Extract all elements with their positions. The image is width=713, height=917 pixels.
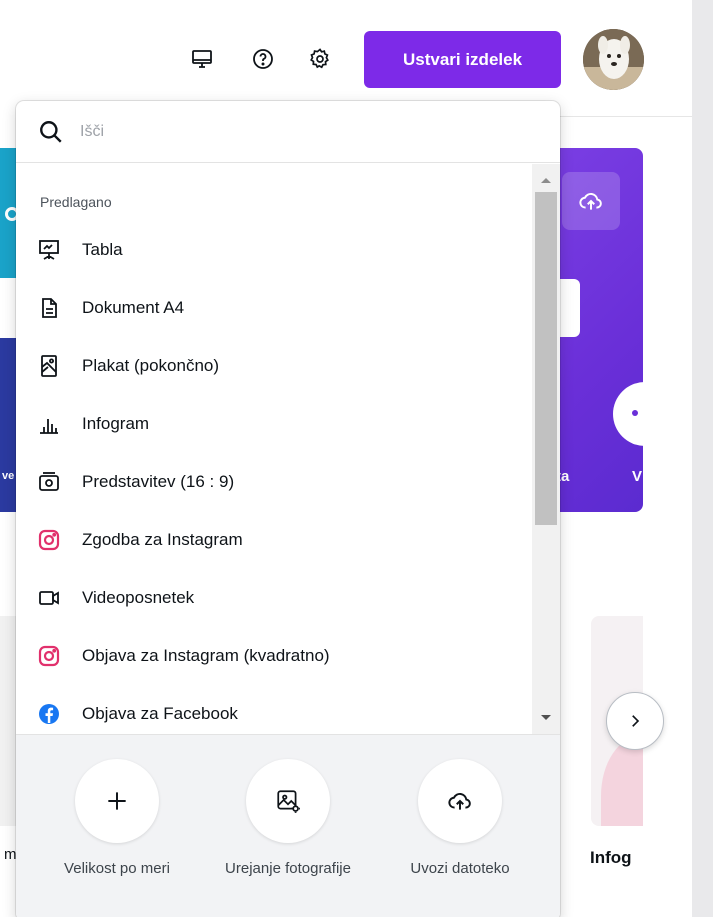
edit-photo-icon [246,759,330,843]
list-item-objava-facebook[interactable]: Objava za Facebook [16,688,530,740]
list-item-label: Infogram [82,414,150,433]
list-item-objava-instagram[interactable]: Objava za Instagram (kvadratno) [16,630,530,682]
list-item-videoposnetek[interactable]: Videoposnetek [16,572,530,624]
background-template-card[interactable] [0,616,16,826]
list-item-label: Videoposnetek [82,588,195,607]
scrollbar-thumb[interactable] [535,192,557,525]
background-card-label: Infog [590,848,632,867]
list-item-plakat[interactable]: Plakat (pokončno) [16,340,530,392]
create-design-dropdown: Predlagano Tabla Dokument A4 Plakat (pok… [16,101,560,917]
list-item-zgodba-instagram[interactable]: Zgodba za Instagram [16,514,530,566]
section-title: Predlagano [40,194,112,210]
list-item-label: Plakat (pokončno) [82,356,220,375]
instagram-icon [36,643,62,669]
upload-file-button[interactable]: Uvozi datoteko [375,759,545,881]
header-divider [560,116,692,117]
background-partial-text: V [632,468,643,485]
upload-cloud-icon[interactable] [562,172,620,230]
page-scrollbar[interactable] [692,0,713,917]
list-item-label: Predstavitev (16 : 9) [82,472,235,491]
video-camera-icon [36,585,62,611]
dropdown-scrollbar[interactable] [532,164,560,734]
scroll-down-arrow-icon[interactable] [541,715,551,720]
document-icon [36,295,62,321]
create-design-button[interactable]: Ustvari izdelek [364,31,561,88]
edit-photo-button[interactable]: Urejanje fotografije [203,759,373,881]
list-item-predstavitev[interactable]: Predstavitev (16 : 9) [16,456,530,508]
background-card-label: m [4,846,17,863]
list-item-dokument-a4[interactable]: Dokument A4 [16,282,530,334]
background-shortcut-circle[interactable] [613,382,677,446]
action-label: Urejanje fotografije [225,860,351,877]
list-item-label: Zgodba za Instagram [82,530,243,549]
background-dot [632,410,638,416]
avatar[interactable] [583,29,644,90]
settings-icon[interactable] [305,44,335,74]
background-card-navy [0,338,16,512]
desktop-icon[interactable] [187,44,217,74]
help-icon[interactable] [248,44,278,74]
presentation-icon [36,469,62,495]
search-bar [16,101,560,163]
suggestions-list: Predlagano Tabla Dokument A4 Plakat (pok… [16,164,530,734]
bar-chart-icon [36,411,62,437]
dropdown-actions: Velikost po meri Urejanje fotografije Uv… [16,734,560,917]
list-item-label: Dokument A4 [82,298,185,317]
plus-icon [75,759,159,843]
poster-icon [36,353,62,379]
list-item-label: Tabla [82,240,123,259]
custom-size-button[interactable]: Velikost po meri [32,759,202,881]
carousel-next-button[interactable] [606,692,664,750]
scroll-up-arrow-icon[interactable] [541,178,551,183]
action-label: Uvozi datoteko [410,860,510,877]
facebook-icon [36,701,62,727]
instagram-icon [36,527,62,553]
search-input[interactable] [80,117,520,147]
upload-cloud-icon [418,759,502,843]
list-item-label: Objava za Instagram (kvadratno) [82,646,330,665]
list-item-tabla[interactable]: Tabla [16,224,530,276]
action-label: Velikost po meri [64,860,170,877]
list-item-infogram[interactable]: Infogram [16,398,530,450]
background-partial-text-left: ve [2,470,15,482]
list-item-label: Objava za Facebook [82,704,238,723]
whiteboard-icon [36,237,62,263]
search-icon [40,121,62,143]
